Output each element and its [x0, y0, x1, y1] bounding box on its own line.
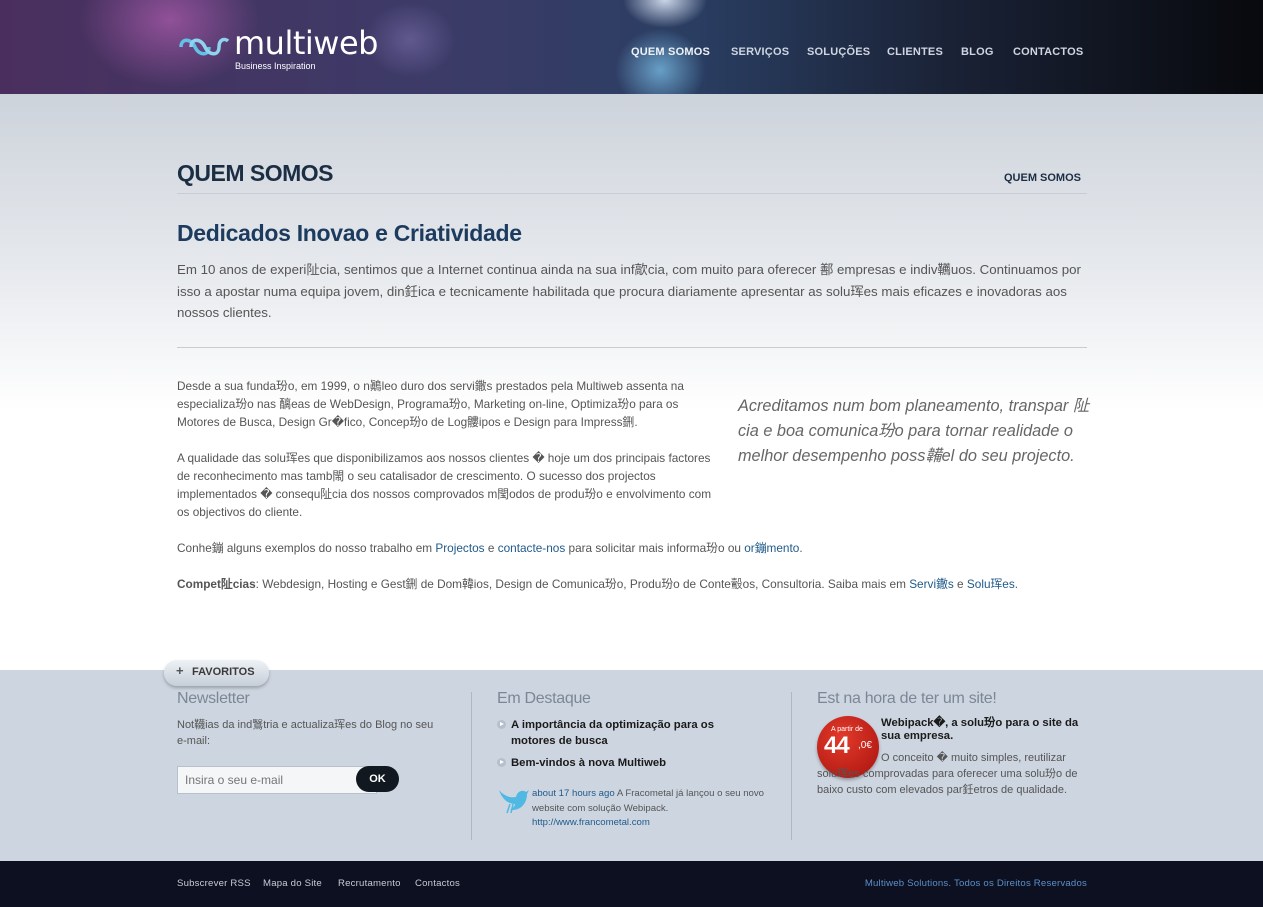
projectos-link[interactable]: Projectos [435, 541, 484, 555]
copyright-text: Multiweb Solutions. Todos os Direitos Re… [864, 878, 1087, 889]
favoritos-label: FAVORITOS [192, 666, 255, 678]
newsletter-title: Newsletter [177, 690, 250, 707]
destaque-item-label: Bem-vindos à nova Multiweb [511, 757, 667, 769]
destaque-item-label: A importância da optimização para os mot… [511, 719, 714, 747]
latest-tweet: about 17 hours ago A Fracometal já lanço… [532, 787, 777, 831]
para4-end: . [1014, 577, 1019, 591]
intro-paragraph: Em 10 anos de experi阯cia, sentimos que a… [177, 262, 1081, 320]
footer-link-sitemap[interactable]: Mapa do Site [263, 878, 322, 889]
nav-servicos[interactable]: SERVIÇOS [731, 46, 789, 58]
breadcrumb: QUEM SOMOS [1003, 172, 1081, 184]
para3-mid: para solicitar mais informa玢o ou [565, 541, 745, 555]
newsletter-email-input[interactable] [177, 766, 377, 794]
contacte-nos-link[interactable]: contacte-nos [498, 541, 566, 555]
para4-and: e [953, 577, 967, 591]
destaque-title: Em Destaque [497, 690, 591, 707]
site-header: multiweb Business Inspiration QUEM SOMOS… [0, 0, 1263, 94]
footer-link-contactos[interactable]: Contactos [415, 878, 460, 889]
para3-prefix: Conhe鏰 alguns exemplos do nosso trabalho… [177, 541, 436, 555]
orcamento-link[interactable]: or鏰mento [744, 541, 799, 555]
twitter-bird-icon [499, 790, 529, 814]
plus-icon: + [176, 663, 184, 678]
webipack-description: O conceito � muito simples, reutilizar s… [817, 752, 1078, 796]
body-paragraph-2: A qualidade das solu珲es que disponibiliz… [177, 451, 712, 519]
newsletter-ok-button[interactable]: OK [356, 766, 399, 792]
site-promo-title: Est na hora de ter um site! [817, 690, 997, 707]
nav-contactos[interactable]: CONTACTOS [1013, 46, 1083, 58]
nav-quem-somos[interactable]: QUEM SOMOS [631, 46, 710, 58]
para3-end: . [799, 541, 803, 555]
body-paragraph-3: Conhe鏰 alguns exemplos do nosso trabalho… [177, 539, 877, 557]
favoritos-button[interactable]: + FAVORITOS [164, 660, 269, 686]
para3-and: e [484, 541, 498, 555]
nav-solucoes[interactable]: SOLUÇÕES [807, 46, 870, 58]
footer-divider-2 [791, 692, 792, 840]
arrow-bullet-icon [497, 720, 506, 729]
footer-divider-1 [471, 692, 472, 840]
logo-tagline: Business Inspiration [235, 61, 316, 71]
intro-divider [177, 347, 1087, 348]
solucoes-link[interactable]: Solu珲es [967, 577, 1015, 591]
tweet-url-link[interactable]: http://www.francometal.com [532, 817, 650, 828]
tweet-time-link[interactable]: about 17 hours ago [532, 788, 615, 799]
nav-clientes[interactable]: CLIENTES [887, 46, 943, 58]
footer-link-recrutamento[interactable]: Recrutamento [338, 878, 401, 889]
pull-quote: Acreditamos num bom planeamento, transpa… [738, 397, 1090, 465]
section-subtitle: Dedicados Inovao e Criatividade [177, 220, 522, 246]
arrow-bullet-icon [497, 758, 506, 767]
title-divider [177, 193, 1087, 194]
body-paragraph-1: Desde a sua funda玢o, em 1999, o n鷆leo du… [177, 379, 684, 429]
nav-blog[interactable]: BLOG [961, 46, 994, 58]
para4-text: : Webdesign, Hosting e Gest鉶 de Dom韓ios,… [255, 577, 910, 591]
page-title: QUEM SOMOS [177, 160, 334, 186]
destaque-item[interactable]: A importância da optimização para os mot… [497, 717, 737, 749]
newsletter-description: Not韈ias da ind鷖tria e actualiza珲es do Bl… [177, 719, 434, 747]
body-paragraph-4: Compet阯cias: Webdesign, Hosting e Gest鉶 … [177, 575, 1087, 593]
competencias-label: Compet阯cias [177, 577, 256, 591]
footer-link-rss[interactable]: Subscrever RSS [177, 878, 251, 889]
servicos-link[interactable]: Servi鏾s [909, 577, 954, 591]
main-nav: QUEM SOMOS SERVIÇOS SOLUÇÕES CLIENTES BL… [0, 46, 1263, 60]
destaque-item[interactable]: Bem-vindos à nova Multiweb [497, 755, 737, 771]
webipack-headline[interactable]: Webipack�, a solu玢o para o site da sua e… [881, 717, 1091, 743]
